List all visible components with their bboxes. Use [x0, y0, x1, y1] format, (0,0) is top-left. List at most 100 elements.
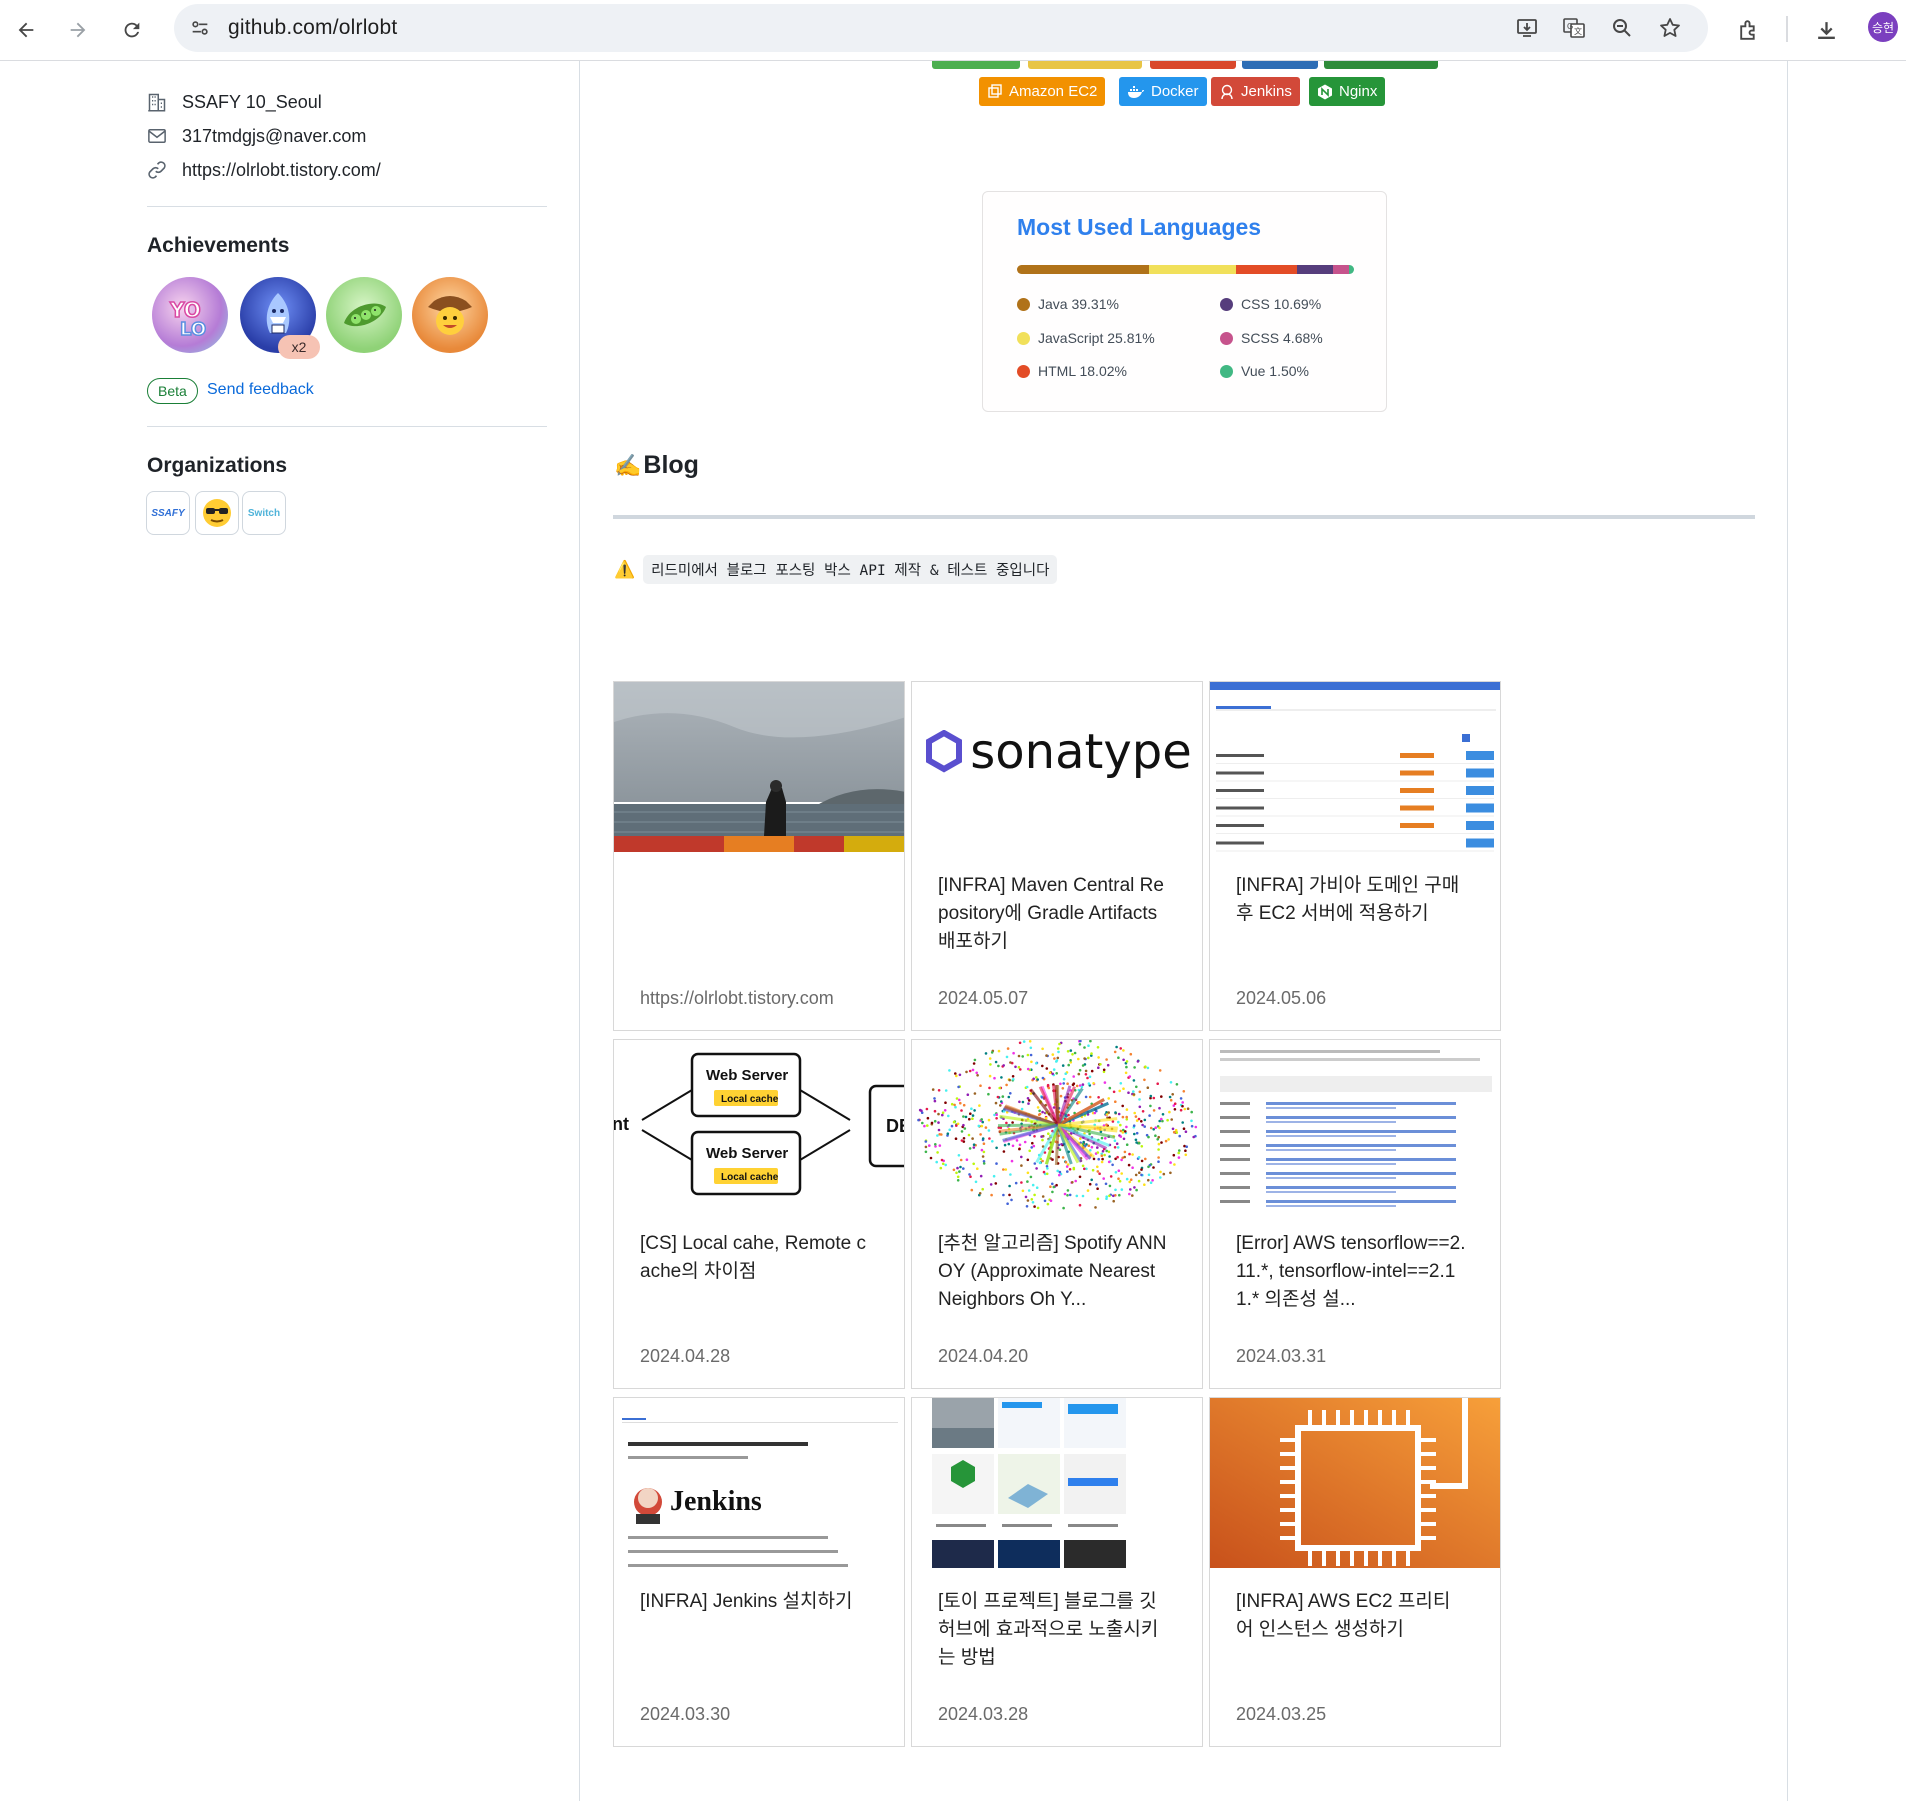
- browser-toolbar: github.com/olrlobt G文 승현: [0, 0, 1906, 61]
- language-color-dot: [1017, 364, 1030, 378]
- profile-avatar[interactable]: 승현: [1868, 12, 1898, 42]
- address-bar[interactable]: github.com/olrlobt G文: [174, 4, 1708, 52]
- language-color-dot: [1220, 331, 1233, 345]
- blog-card[interactable]: [Error] AWS tensorflow==2.11.*, tensorfl…: [1209, 1039, 1501, 1389]
- ec2-icon: [988, 83, 1002, 98]
- local-cache-label: Local cache: [721, 1094, 779, 1105]
- tech-badge-label: Amazon EC2: [1009, 83, 1098, 100]
- blog-card-title: [토이 프로젝트] 블로그를 깃허브에 효과적으로 노출시키는 방법: [938, 1591, 1159, 1668]
- warning-icon: ⚠️: [614, 559, 636, 579]
- language-legend-label: SCSS 4.68%: [1241, 330, 1323, 346]
- blog-thumbnail: [1210, 1398, 1500, 1568]
- language-legend-item: JavaScript 25.81%: [1017, 330, 1155, 346]
- client-label-partial: nt: [614, 1114, 629, 1134]
- reload-button[interactable]: [112, 10, 152, 50]
- blog-thumbnail: [912, 1040, 1202, 1210]
- blog-card[interactable]: [INFRA] 가비아 도메인 구매 후 EC2 서버에 적용하기 2024.0…: [1209, 681, 1501, 1031]
- notice-text: 리드미에서 블로그 포스팅 박스 API 제작 & 테스트 중입니다: [643, 555, 1058, 584]
- writing-hand-icon: ✍️: [614, 452, 642, 478]
- blog-card-title: [CS] Local cahe, Remote cache의 차이점: [640, 1233, 866, 1282]
- language-legend-item: Vue 1.50%: [1220, 363, 1309, 379]
- svg-text:文: 文: [1574, 26, 1582, 36]
- blog-card-date: https://olrlobt.tistory.com: [640, 988, 834, 1008]
- tech-badge-partial: [1324, 61, 1438, 69]
- org-sunglasses-avatar[interactable]: [195, 491, 239, 535]
- blog-thumbnail: [1210, 682, 1500, 852]
- language-legend-label: Java 39.31%: [1038, 296, 1119, 312]
- peas-badge-icon[interactable]: [326, 277, 402, 353]
- svg-text:LO: LO: [180, 319, 206, 340]
- org-ssafy-avatar[interactable]: SSAFY: [146, 491, 190, 535]
- blog-card-title: [INFRA] Jenkins 설치하기: [640, 1591, 853, 1612]
- bookmark-star-icon[interactable]: [1654, 12, 1686, 44]
- profile-company: SSAFY 10_Seoul: [146, 91, 322, 113]
- language-bar-segment: [1236, 265, 1298, 274]
- blog-thumbnail: Jenkins: [614, 1398, 904, 1568]
- blog-card[interactable]: [토이 프로젝트] 블로그를 깃허브에 효과적으로 노출시키는 방법 2024.…: [911, 1397, 1203, 1747]
- mail-icon: [146, 125, 168, 147]
- url-text[interactable]: github.com/olrlobt: [228, 16, 397, 40]
- language-legend-label: Vue 1.50%: [1241, 363, 1309, 379]
- yolo-badge-icon[interactable]: YO LO: [152, 277, 228, 353]
- language-legend-item: SCSS 4.68%: [1220, 330, 1323, 346]
- blog-card[interactable]: https://olrlobt.tistory.com: [613, 681, 905, 1031]
- language-legend-label: CSS 10.69%: [1241, 296, 1322, 312]
- cowboy-badge-icon[interactable]: [412, 277, 488, 353]
- sidebar-divider: [147, 426, 547, 427]
- jenkins-logo-text: Jenkins: [670, 1486, 762, 1517]
- sonatype-hexagon-icon: [926, 730, 963, 773]
- jenkins-butler-icon: [1221, 84, 1233, 99]
- blog-card-date: 2024.05.06: [1236, 988, 1327, 1008]
- language-legend-label: JavaScript 25.81%: [1038, 330, 1155, 346]
- org-switch-label: Switch: [247, 507, 281, 519]
- org-switch-avatar[interactable]: Switch: [242, 491, 286, 535]
- blog-card[interactable]: [추천 알고리즘] Spotify ANNOY (Approximate Nea…: [911, 1039, 1203, 1389]
- translate-icon[interactable]: G文: [1558, 12, 1590, 44]
- tensorflow-docs-image: [1210, 1040, 1500, 1210]
- profile-website[interactable]: https://olrlobt.tistory.com/: [146, 159, 381, 181]
- tech-badge-label: Jenkins: [1241, 83, 1292, 100]
- tech-badge-partial: [932, 61, 1020, 69]
- email-link[interactable]: 317tmdgjs@naver.com: [182, 126, 366, 147]
- readme-collage-image: [912, 1398, 1202, 1568]
- site-settings-icon[interactable]: [184, 12, 216, 44]
- zoom-icon[interactable]: [1606, 12, 1638, 44]
- extensions-icon[interactable]: [1728, 10, 1768, 50]
- blog-card[interactable]: Jenkins [INFRA] Jenkins 설치하기 2024.03.30: [613, 1397, 905, 1747]
- sea-photo-image: [614, 682, 904, 852]
- toolbar-divider: [1786, 16, 1788, 42]
- downloads-icon[interactable]: [1806, 10, 1846, 50]
- blog-thumbnail: [912, 1398, 1202, 1568]
- website-link[interactable]: https://olrlobt.tistory.com/: [182, 160, 381, 181]
- forward-button[interactable]: [58, 10, 98, 50]
- language-bar-segment: [1333, 265, 1349, 274]
- blog-card[interactable]: [INFRA] AWS EC2 프리티어 인스턴스 생성하기 2024.03.2…: [1209, 1397, 1501, 1747]
- tech-badge-partial: [1242, 61, 1318, 69]
- language-color-dot: [1220, 364, 1233, 378]
- blog-thumbnail: Web Server Local cache Web Server Local …: [614, 1040, 905, 1210]
- send-feedback-link[interactable]: Send feedback: [207, 381, 314, 399]
- profile-email[interactable]: 317tmdgjs@naver.com: [146, 125, 366, 147]
- tech-badge-partial: [1028, 61, 1142, 69]
- beta-label: Beta: [147, 378, 198, 404]
- achievements-heading: Achievements: [147, 234, 290, 257]
- sonatype-logo-text: sonatype: [970, 724, 1192, 780]
- blog-card-title: [INFRA] Maven Central Repository에 Gradle…: [938, 875, 1164, 952]
- blog-card-title: [INFRA] 가비아 도메인 구매 후 EC2 서버에 적용하기: [1236, 875, 1460, 924]
- back-button[interactable]: [6, 10, 46, 50]
- achievement-count-badge: x2: [278, 335, 320, 359]
- language-legend-item: CSS 10.69%: [1220, 296, 1321, 312]
- tech-badge-label: Docker: [1151, 83, 1199, 100]
- tech-badge-docker: Docker: [1119, 77, 1207, 106]
- blog-heading: ✍️ Blog: [614, 451, 699, 480]
- db-label-partial: DE: [886, 1116, 905, 1136]
- tech-badge-label: Nginx: [1339, 83, 1378, 100]
- blog-card[interactable]: Web Server Local cache Web Server Local …: [613, 1039, 905, 1389]
- install-app-icon[interactable]: [1511, 12, 1543, 44]
- blog-card-date: 2024.05.07: [938, 988, 1029, 1008]
- languages-progress-bar: [1017, 265, 1354, 274]
- readme-border-left: [579, 61, 580, 1801]
- svg-text:G: G: [1567, 22, 1573, 31]
- blog-card-title: [Error] AWS tensorflow==2.11.*, tensorfl…: [1236, 1233, 1466, 1310]
- blog-card[interactable]: sonatype [INFRA] Maven Central Repositor…: [911, 681, 1203, 1031]
